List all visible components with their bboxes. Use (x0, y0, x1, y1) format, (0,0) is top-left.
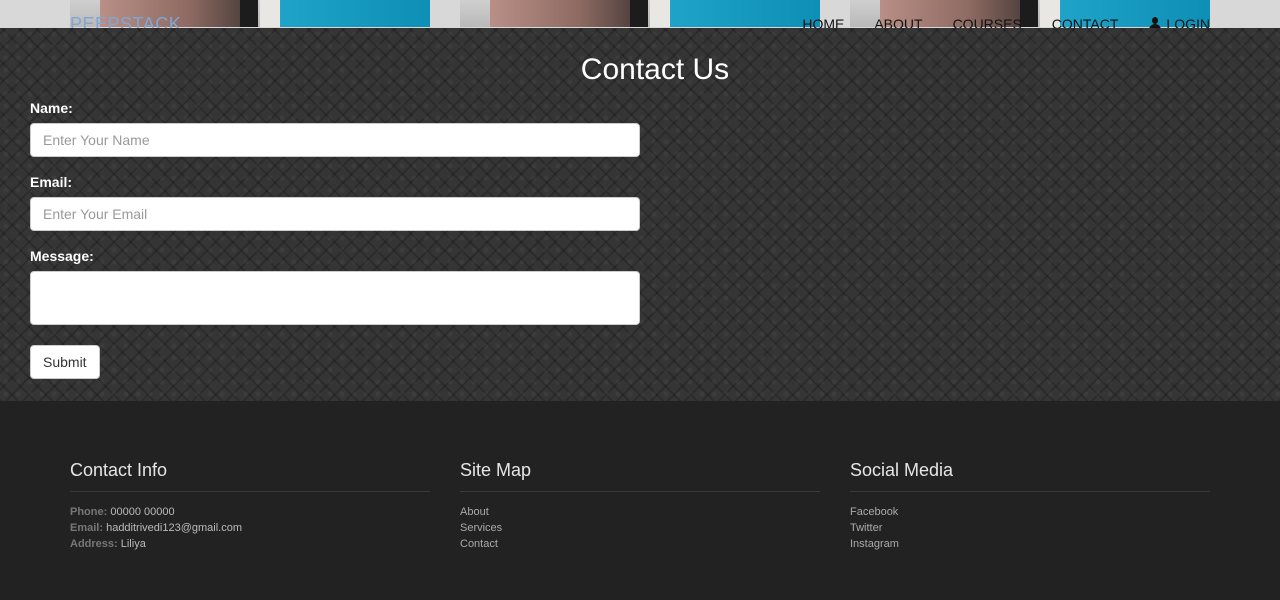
sitemap-link-contact[interactable]: Contact (460, 536, 820, 552)
email-line: Email: hadditrivedi123@gmail.com (70, 520, 430, 536)
social-link-instagram[interactable]: Instagram (850, 536, 1210, 552)
address-label: Address: (70, 538, 118, 550)
footer: Contact Info Phone: 00000 00000 Email: h… (0, 401, 1280, 600)
submit-button[interactable]: Submit (30, 345, 100, 379)
email-label-footer: Email: (70, 522, 104, 534)
sitemap-link-about[interactable]: About (460, 504, 820, 520)
email-label: Email: (30, 174, 73, 190)
social-link-twitter[interactable]: Twitter (850, 520, 1210, 536)
contact-info-heading: Contact Info (70, 460, 430, 492)
contact-section: Contact Us Name: Email: Message: Submit (0, 28, 1280, 401)
name-label: Name: (30, 100, 73, 116)
footer-site-map: Site Map About Services Contact (460, 460, 820, 552)
message-label: Message: (30, 248, 94, 264)
social-link-facebook[interactable]: Facebook (850, 504, 1210, 520)
message-textarea[interactable] (30, 271, 640, 325)
social-media-heading: Social Media (850, 460, 1210, 492)
address-line: Address: Liliya (70, 536, 430, 552)
page-title: Contact Us (580, 53, 730, 86)
site-map-heading: Site Map (460, 460, 820, 492)
sitemap-link-services[interactable]: Services (460, 520, 820, 536)
email-input[interactable] (30, 197, 640, 231)
footer-social-media: Social Media Facebook Twitter Instagram (850, 460, 1210, 552)
phone-value: 00000 00000 (110, 506, 175, 518)
email-value: hadditrivedi123@gmail.com (106, 522, 242, 534)
footer-contact-info: Contact Info Phone: 00000 00000 Email: h… (70, 460, 430, 552)
address-value: Liliya (120, 538, 146, 550)
name-input[interactable] (30, 123, 640, 157)
phone-label: Phone: (70, 506, 108, 518)
phone-line: Phone: 00000 00000 (70, 504, 430, 520)
